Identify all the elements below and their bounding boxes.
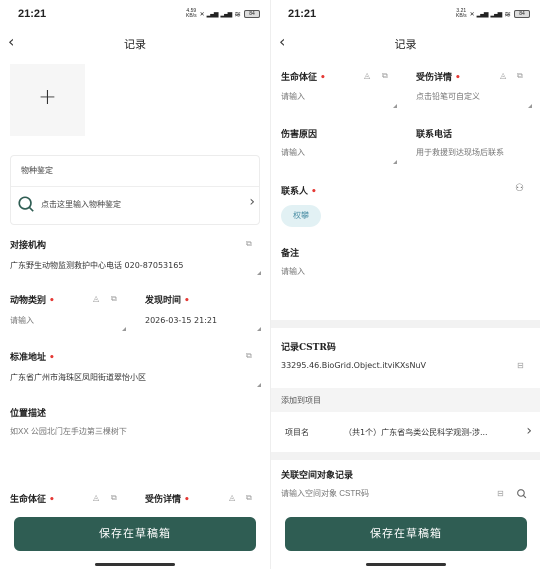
network-speed: 4.59 KB/s	[186, 8, 197, 19]
remarks-input[interactable]	[281, 267, 521, 276]
injury-label: 受伤详情 •	[416, 73, 461, 83]
copy-icon[interactable]: ⧉	[111, 493, 117, 503]
copy-icon[interactable]: ⧉	[246, 493, 252, 503]
scan-icon[interactable]: ⊟	[497, 489, 504, 498]
eraser-icon[interactable]: ◬	[364, 71, 370, 80]
contact-chip[interactable]: 权攀	[281, 205, 321, 227]
chevron-right-icon: ›	[249, 194, 255, 210]
contact-phone-input[interactable]	[416, 148, 536, 157]
system-icons: 4.59 KB/s ✕ ▂▄▆ ▂▄▆ ≋ 84	[186, 9, 260, 19]
project-name-label: 项目名	[285, 428, 309, 437]
network-speed: 3.21 KB/s	[456, 8, 467, 19]
spatial-cstr-input[interactable]	[281, 489, 481, 498]
copy-icon[interactable]: ⧉	[246, 351, 252, 361]
page-title: 记录	[124, 38, 146, 51]
signal-icon-2: ▂▄▆	[220, 10, 232, 18]
cstr-value: 33295.46.BioGrid.Object.itviKXsNuV	[281, 361, 426, 370]
copy-icon[interactable]: ⧉	[517, 71, 523, 81]
resize-corner-icon	[257, 327, 261, 331]
animal-type-input[interactable]	[10, 316, 120, 325]
eraser-icon[interactable]: ◬	[93, 294, 99, 303]
resize-corner-icon	[393, 160, 397, 164]
vital-signs-input[interactable]	[281, 92, 391, 101]
address-label: 标准地址 •	[10, 353, 55, 363]
cstr-label: 记录CSTR码	[281, 343, 336, 353]
copy-icon[interactable]: ⧉	[382, 71, 388, 81]
add-photo-button[interactable]: +	[10, 64, 85, 136]
copy-icon[interactable]: ⊟	[517, 361, 524, 370]
section-separator	[271, 320, 540, 328]
section-separator	[271, 452, 540, 460]
found-time-label: 发现时间 •	[145, 296, 190, 306]
nfc-icon: ✕	[199, 10, 205, 18]
injury-input[interactable]	[416, 92, 526, 101]
species-hint: 点击这里输入物种鉴定	[41, 200, 121, 209]
screenshot: 21:21 4.59 KB/s ✕ ▂▄▆ ▂▄▆ ≋ 84 ‹ 记录 + 物种鉴…	[0, 0, 540, 569]
signal-icon-2: ▂▄▆	[490, 10, 502, 18]
copy-icon[interactable]: ⧉	[246, 239, 252, 249]
location-desc-input[interactable]	[10, 427, 250, 436]
save-draft-button[interactable]: 保存在草稿箱	[285, 517, 527, 551]
add-to-project-bar: 添加到项目	[271, 388, 540, 412]
signal-icon: ▂▄▆	[206, 10, 219, 18]
page-title: 记录	[394, 38, 417, 51]
divider	[11, 186, 259, 187]
animal-type-label: 动物类别 •	[10, 296, 55, 306]
vital-signs-label: 生命体征 •	[10, 495, 55, 505]
search-icon	[18, 196, 34, 212]
status-time: 21:21	[18, 8, 47, 20]
injury-cause-label: 伤害原因	[281, 130, 318, 140]
resize-corner-icon	[257, 271, 261, 275]
remarks-label: 备注	[281, 249, 300, 259]
contact-phone-label: 联系电话	[416, 130, 453, 140]
nav-bar: ‹ 记录	[271, 34, 540, 54]
wifi-icon: ≋	[504, 9, 511, 19]
left-screen: 21:21 4.59 KB/s ✕ ▂▄▆ ▂▄▆ ≋ 84 ‹ 记录 + 物种鉴…	[0, 0, 270, 569]
search-icon[interactable]	[516, 488, 527, 499]
right-screen: 21:21 3.21 KB/s ✕ ▂▄▆ ▂▄▆ ≋ 84 ‹ 记录 生命体征 •…	[270, 0, 540, 569]
signal-icon: ▂▄▆	[476, 10, 489, 18]
location-desc-label: 位置描述	[10, 409, 47, 419]
eraser-icon[interactable]: ◬	[93, 493, 99, 502]
injury-label: 受伤详情 •	[145, 495, 190, 505]
injury-cause-input[interactable]	[281, 148, 391, 157]
agency-value: 广东野生动物监测救护中心电话 020-87053165	[10, 261, 184, 270]
battery-icon: 84	[244, 10, 260, 18]
found-time-value[interactable]: 2026-03-15 21:21	[145, 316, 217, 325]
eraser-icon[interactable]: ◬	[229, 493, 235, 502]
home-indicator	[95, 563, 175, 566]
status-bar: 21:21 3.21 KB/s ✕ ▂▄▆ ▂▄▆ ≋ 84	[271, 8, 540, 24]
save-draft-button[interactable]: 保存在草稿箱	[14, 517, 256, 551]
contact-person-label: 联系人 •	[281, 187, 317, 197]
nfc-icon: ✕	[469, 10, 475, 18]
project-name-value[interactable]: （共1个）广东省鸟类公民科学观测-涉...	[344, 427, 488, 438]
chevron-right-icon[interactable]: ›	[526, 423, 532, 439]
resize-corner-icon	[528, 104, 532, 108]
nav-bar: ‹ 记录	[0, 34, 270, 54]
wifi-icon: ≋	[234, 9, 241, 19]
species-identification-card[interactable]: 物种鉴定 点击这里输入物种鉴定 ›	[10, 155, 260, 225]
plus-icon: +	[38, 85, 57, 110]
resize-corner-icon	[122, 327, 126, 331]
spatial-record-label: 关联空间对象记录	[281, 471, 354, 481]
home-indicator	[366, 563, 446, 566]
species-label: 物种鉴定	[21, 166, 53, 175]
eraser-icon[interactable]: ◬	[500, 71, 506, 80]
battery-icon: 84	[514, 10, 530, 18]
status-bar: 21:21 4.59 KB/s ✕ ▂▄▆ ▂▄▆ ≋ 84	[0, 8, 270, 24]
copy-icon[interactable]: ⧉	[111, 294, 117, 304]
resize-corner-icon	[257, 383, 261, 387]
system-icons: 3.21 KB/s ✕ ▂▄▆ ▂▄▆ ≋ 84	[456, 9, 530, 19]
vital-signs-label: 生命体征 •	[281, 73, 326, 83]
status-time: 21:21	[288, 8, 317, 20]
add-contact-icon[interactable]: ⚇	[515, 183, 524, 194]
agency-label: 对接机构	[10, 241, 47, 251]
address-value[interactable]: 广东省广州市海珠区凤阳街道翠怡小区	[10, 372, 146, 383]
resize-corner-icon	[393, 104, 397, 108]
